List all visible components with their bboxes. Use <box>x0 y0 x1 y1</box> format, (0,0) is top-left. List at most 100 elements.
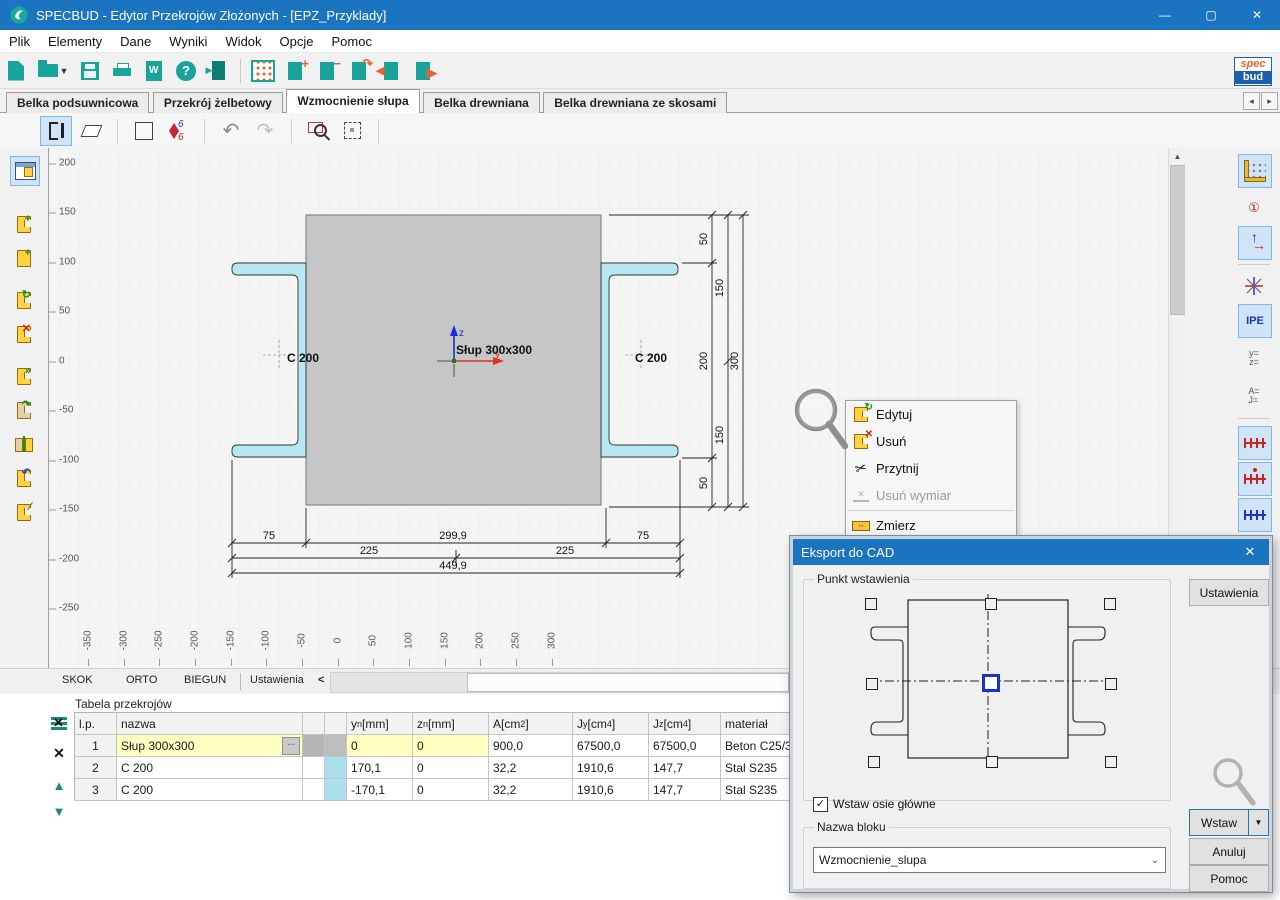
color-swatch[interactable] <box>325 779 347 801</box>
snap-orto-toggle[interactable]: ORTO <box>126 674 157 686</box>
collapse-chevron-icon[interactable]: < <box>318 674 324 686</box>
table-clear-icon[interactable] <box>48 712 70 734</box>
snap-biegun-toggle[interactable]: BIEGUN <box>184 674 226 686</box>
section-move-icon[interactable]: » <box>10 362 38 390</box>
insertion-handle[interactable] <box>1105 756 1117 768</box>
open-file-icon[interactable]: ▼ <box>33 57 73 85</box>
menu-wyniki[interactable]: Wyniki <box>160 34 216 49</box>
help-icon[interactable]: ? <box>171 57 201 85</box>
axes-checkbox[interactable]: ✓ <box>813 797 828 812</box>
tabs-scroll-right-icon[interactable]: ▸ <box>1261 92 1278 110</box>
cancel-button[interactable]: Anuluj <box>1189 838 1269 865</box>
exit-icon[interactable] <box>203 57 233 85</box>
cell-material[interactable]: Stal S235 <box>721 757 796 779</box>
cell-zn[interactable]: 0 <box>413 735 489 757</box>
section-trim-icon[interactable]: ∕ <box>10 498 38 526</box>
cell-edit[interactable] <box>303 779 325 801</box>
cell-nazwa[interactable]: C 200 <box>117 757 303 779</box>
redo-icon[interactable]: ↷ <box>250 117 280 145</box>
cell-yn[interactable]: 0 <box>347 735 413 757</box>
tab-belka-drewniana[interactable]: Belka drewniana <box>423 92 540 113</box>
dialog-close-icon[interactable]: ✕ <box>1235 539 1265 565</box>
menu-dane[interactable]: Dane <box>111 34 160 49</box>
menu-pomoc[interactable]: Pomoc <box>323 34 381 49</box>
cell-yn[interactable]: -170,1 <box>347 779 413 801</box>
cell-edit[interactable] <box>303 757 325 779</box>
insert-button[interactable]: Wstaw <box>1189 809 1249 836</box>
select-section-icon[interactable] <box>40 116 72 146</box>
props-text-icon[interactable]: A=J= <box>1238 380 1270 412</box>
section-copy-icon[interactable]: ↷ <box>344 57 374 85</box>
axes-checkbox-label[interactable]: Wstaw osie główne <box>833 797 936 811</box>
insertion-handle[interactable] <box>986 756 998 768</box>
selection-mode-icon[interactable] <box>337 117 367 145</box>
eraser-icon[interactable] <box>76 117 106 145</box>
menu-opcje[interactable]: Opcje <box>271 34 323 49</box>
print-icon[interactable] <box>107 57 137 85</box>
insertion-handle[interactable] <box>868 756 880 768</box>
tab-wzmocnienie-slupa[interactable]: Wzmocnienie słupa <box>286 89 419 113</box>
insert-dropdown-icon[interactable]: ▼ <box>1248 809 1269 836</box>
section-next-icon[interactable]: ▶ <box>408 57 438 85</box>
more-button[interactable]: ... <box>282 737 300 755</box>
section-add-icon[interactable]: + <box>280 57 310 85</box>
coords-text-icon[interactable]: y=z= <box>1238 342 1270 374</box>
section-copy-rotate-icon[interactable]: ↷ <box>10 396 38 424</box>
profile-label-icon[interactable]: IPE <box>1238 304 1272 338</box>
context-item-zmierz[interactable]: ↔ Zmierz <box>846 512 1016 539</box>
section-mirror-icon[interactable] <box>10 430 38 458</box>
insertion-handle[interactable] <box>985 598 997 610</box>
tab-belka-drewniana-skosy[interactable]: Belka drewniana ze skosami <box>543 92 727 113</box>
cell-nazwa[interactable]: Słup 300x300 ... <box>117 735 303 757</box>
save-icon[interactable] <box>75 57 105 85</box>
section-delete-icon[interactable]: ✕ <box>10 320 38 348</box>
menu-widok[interactable]: Widok <box>216 34 270 49</box>
calc-table-icon[interactable] <box>129 117 159 145</box>
snap-skok-toggle[interactable]: SKOK <box>62 674 93 686</box>
context-item-edytuj[interactable]: ↻ Edytuj <box>846 401 1016 428</box>
cell-yn[interactable]: 170,1 <box>347 757 413 779</box>
table-move-up-icon[interactable]: ▲ <box>48 774 70 796</box>
tab-przekroj-zelbetowy[interactable]: Przekrój żelbetowy <box>153 92 283 113</box>
ruler-grid-icon[interactable] <box>1238 154 1272 188</box>
section-add-tool-icon[interactable]: + <box>10 210 38 238</box>
rect-add-tool-icon[interactable]: + <box>10 244 38 272</box>
cell-edit[interactable] <box>303 735 325 757</box>
section-remove-icon[interactable]: − <box>312 57 342 85</box>
tab-belka-podsuwnicowa[interactable]: Belka podsuwnicowa <box>6 92 149 113</box>
coord-axes-icon[interactable]: ↑→ <box>1238 226 1272 260</box>
section-prev-icon[interactable]: ◀ <box>376 57 406 85</box>
row-number[interactable]: 2 <box>75 757 117 779</box>
help-button[interactable]: Pomoc <box>1189 865 1269 892</box>
export-word-icon[interactable] <box>139 57 169 85</box>
insertion-handle-center-selected[interactable] <box>982 674 1000 692</box>
cell-zn[interactable]: 0 <box>413 779 489 801</box>
row-number[interactable]: 3 <box>75 779 117 801</box>
cell-zn[interactable]: 0 <box>413 757 489 779</box>
dim-horizontal-total-icon[interactable] <box>1238 498 1272 532</box>
undo-icon[interactable]: ↶ <box>216 117 246 145</box>
section-rotate-icon[interactable]: ↶ <box>10 464 38 492</box>
close-button[interactable]: ✕ <box>1234 0 1280 30</box>
dim-horizontal-points-icon[interactable] <box>1238 462 1272 496</box>
axis-numbers-icon[interactable]: ① <box>1238 192 1270 224</box>
menu-elementy[interactable]: Elementy <box>39 34 111 49</box>
tabs-scroll-left-icon[interactable]: ◂ <box>1243 92 1260 110</box>
row-number[interactable]: 1 <box>75 735 117 757</box>
table-hscrollbar[interactable] <box>330 672 792 693</box>
table-delete-row-icon[interactable]: ✕ <box>48 742 70 764</box>
insertion-handle[interactable] <box>865 598 877 610</box>
menu-plik[interactable]: Plik <box>0 34 39 49</box>
color-swatch[interactable] <box>325 735 347 757</box>
context-item-przytnij[interactable]: ✂ Przytnij <box>846 455 1016 482</box>
cell-material[interactable]: Beton C25/30 <box>721 735 796 757</box>
cell-material[interactable]: Stal S235 <box>721 779 796 801</box>
settings-button[interactable]: Ustawienia <box>1189 579 1269 606</box>
zoom-window-icon[interactable] <box>303 117 333 145</box>
color-swatch[interactable] <box>325 757 347 779</box>
maximize-button[interactable]: ▢ <box>1188 0 1234 30</box>
new-file-icon[interactable] <box>1 57 31 85</box>
sections-table-icon[interactable] <box>248 57 278 85</box>
main-axes-icon[interactable] <box>1238 270 1270 302</box>
insertion-handle[interactable] <box>866 678 878 690</box>
